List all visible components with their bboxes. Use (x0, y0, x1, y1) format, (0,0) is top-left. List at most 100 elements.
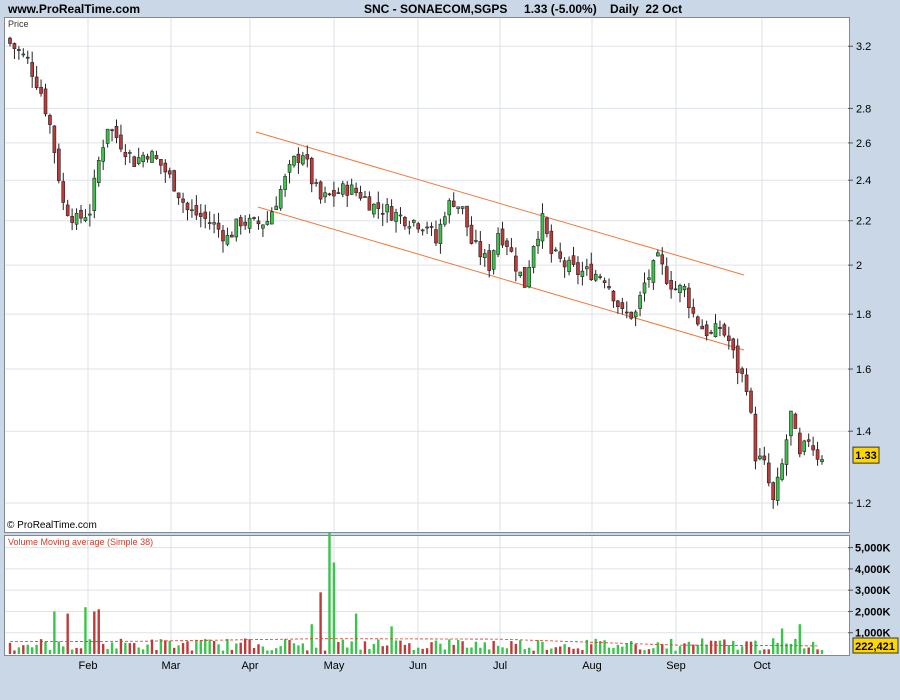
candle-body (221, 230, 225, 242)
candle-body (749, 390, 753, 413)
candle-body (664, 266, 669, 284)
volume-bar (243, 638, 247, 654)
volume-bar (598, 641, 602, 654)
volume-bar (625, 643, 628, 654)
chart-svg[interactable]: 3.2 2.8 2.6 2.4 2.2 2 1.8 1.6 1.4 1.2 Feb Mar Apr May… (0, 0, 900, 700)
candle-body (141, 154, 145, 162)
candle-body (172, 170, 176, 192)
candle-body (478, 241, 483, 258)
volume-bar (301, 643, 305, 654)
volume-bar (514, 643, 518, 654)
candle-body (349, 184, 354, 195)
volume-bar (235, 643, 238, 654)
candle-body (789, 410, 793, 437)
volume-tick-label: 4,000K (855, 564, 891, 576)
volume-bar (212, 641, 216, 654)
volume-bar (266, 650, 269, 654)
candle-body (265, 221, 270, 225)
volume-bar (749, 641, 753, 654)
candle-body (616, 300, 620, 308)
volume-bar (669, 638, 673, 654)
volume-bar (532, 650, 535, 654)
volume-bar (128, 643, 132, 654)
volume-bar (270, 650, 273, 654)
candle-body (678, 284, 682, 293)
volume-bar (279, 646, 282, 654)
volume-bar (403, 644, 407, 654)
candle-body (571, 255, 576, 265)
volume-bar (399, 640, 402, 654)
last-volume-badge: 222,421 (855, 641, 895, 653)
candle-body (17, 49, 21, 51)
volume-bar (519, 640, 522, 654)
candle-body (553, 249, 558, 252)
candle-body (558, 251, 563, 259)
volume-bar (630, 641, 633, 654)
volume-bar (723, 639, 726, 654)
volume-bar (332, 562, 336, 654)
candle-body (460, 206, 465, 209)
volume-bar (350, 641, 353, 654)
volume-bar (798, 624, 802, 654)
candle-body (194, 205, 199, 216)
volume-bar (288, 640, 291, 654)
volume-bar (700, 638, 704, 654)
volume-bar (97, 609, 100, 654)
volume-bar (283, 639, 287, 654)
candle-body (398, 214, 403, 217)
volume-bar (137, 647, 140, 654)
candle-body (318, 181, 323, 200)
volume-bar (239, 642, 242, 654)
volume-bar (248, 639, 251, 654)
volume-bar (785, 643, 788, 654)
volume-bar (115, 648, 118, 654)
candle-body (718, 326, 722, 329)
volume-bar (208, 639, 211, 654)
volume-bar (190, 650, 194, 654)
volume-tick-label: 3,000K (855, 585, 891, 597)
volume-bar (474, 641, 478, 654)
volume-bar (732, 640, 735, 654)
candle-body (576, 262, 580, 275)
volume-bar (465, 647, 469, 654)
candle-body (545, 217, 549, 234)
candle-body (465, 205, 469, 228)
price-tick-label: 1.8 (856, 309, 871, 321)
candle-body (416, 223, 421, 230)
candle-body (380, 212, 385, 215)
candle-body (261, 224, 265, 229)
volume-bar (687, 641, 691, 654)
month-tick-label: Aug (582, 660, 602, 672)
volume-bar (612, 647, 615, 654)
volume-bar (261, 646, 265, 654)
volume-bar (155, 649, 158, 654)
candle-body (802, 440, 807, 452)
candle-body (136, 157, 141, 164)
volume-bar (576, 648, 580, 654)
candle-body (744, 374, 749, 392)
candle-body (695, 316, 700, 325)
candle-body (92, 177, 97, 211)
candle-body (687, 287, 691, 308)
candle-body (656, 252, 660, 257)
volume-bar (252, 647, 256, 654)
volume-bar (22, 645, 25, 654)
candle-body (287, 164, 292, 173)
candle-body (780, 463, 784, 480)
candle-body (407, 226, 412, 229)
candle-body (567, 259, 571, 272)
volume-bar (456, 639, 460, 654)
candle-body (607, 286, 611, 289)
volume-bar (634, 644, 637, 654)
volume-bar (674, 650, 677, 654)
candle-body (602, 280, 607, 283)
candle-body (487, 250, 492, 271)
candle-body (167, 170, 172, 175)
candle-body (642, 282, 647, 294)
candle-body (713, 323, 718, 337)
candle-body (12, 43, 17, 49)
candle-body (176, 192, 181, 199)
volume-bar (79, 648, 83, 654)
candle-body (185, 202, 190, 211)
candle-body (105, 128, 110, 144)
